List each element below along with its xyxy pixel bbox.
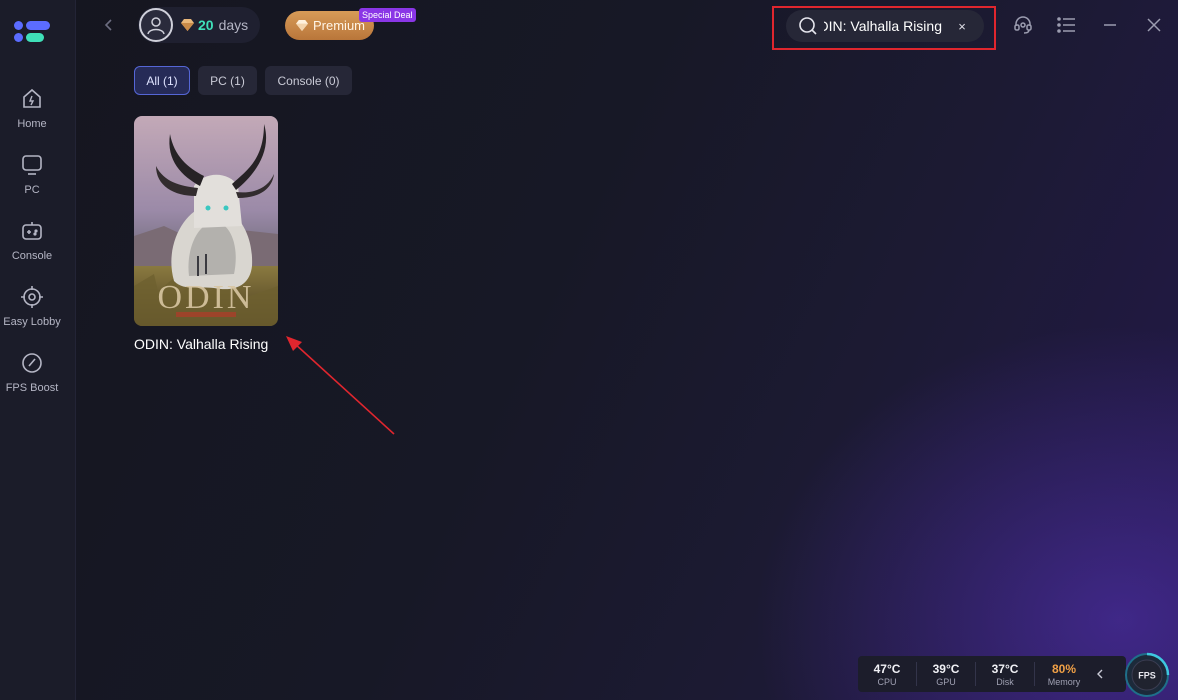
- sidebar-item-label: PC: [24, 184, 40, 196]
- sidebar-item-fps-boost[interactable]: FPS Boost: [0, 350, 64, 406]
- cpu-value: 47°C: [873, 661, 901, 676]
- gpu-stat: 39°C GPU: [917, 661, 976, 687]
- memory-value: 80%: [1051, 661, 1077, 676]
- close-button[interactable]: [1143, 14, 1165, 36]
- game-cover-art: ODIN: [134, 116, 278, 326]
- sidebar: Home PC Console Easy Lobby FPS Boost: [0, 0, 76, 700]
- gamepad-icon: [19, 218, 45, 244]
- list-icon: [1057, 17, 1075, 33]
- monitor-icon: [19, 152, 45, 178]
- user-membership[interactable]: 20 days: [138, 7, 260, 43]
- game-title[interactable]: ODIN: Valhalla Rising: [134, 336, 268, 352]
- membership-days: 20: [198, 17, 214, 33]
- support-button[interactable]: [1012, 14, 1034, 36]
- sidebar-item-home[interactable]: Home: [0, 86, 64, 142]
- chevron-left-icon: [1097, 669, 1103, 679]
- gpu-value: 39°C: [932, 661, 960, 676]
- sidebar-item-label: FPS Boost: [5, 382, 59, 394]
- app-logo: [14, 18, 52, 46]
- collapse-stats-button[interactable]: [1093, 669, 1107, 679]
- gpu-label: GPU: [936, 676, 956, 687]
- memory-label: Memory: [1047, 676, 1081, 687]
- tab-all[interactable]: All (1): [134, 66, 190, 95]
- close-icon: [1147, 18, 1161, 32]
- headset-icon: [1014, 16, 1032, 34]
- diamond-icon: [181, 19, 194, 31]
- special-deal-badge: Special Deal: [359, 8, 416, 22]
- app-window: Home PC Console Easy Lobby FPS Boost 20 …: [0, 0, 1178, 700]
- days-label: days: [218, 17, 249, 33]
- sidebar-item-label: Home: [17, 118, 47, 130]
- speedometer-icon: [19, 350, 45, 376]
- back-button[interactable]: [98, 14, 120, 36]
- disk-stat: 37°C Disk: [976, 661, 1035, 687]
- clear-search-button[interactable]: ×: [956, 19, 968, 34]
- minimize-button[interactable]: [1099, 14, 1121, 36]
- disk-label: Disk: [996, 676, 1014, 687]
- memory-stat: 80% Memory: [1035, 661, 1093, 687]
- minimize-icon: [1104, 24, 1116, 26]
- fps-label: FPS: [1138, 671, 1156, 681]
- avatar[interactable]: [139, 8, 173, 42]
- sidebar-item-label: Easy Lobby: [3, 316, 61, 328]
- disk-value: 37°C: [991, 661, 1019, 676]
- annotation-arrow: [286, 336, 395, 435]
- sidebar-item-label: Console: [11, 250, 53, 262]
- diamond-icon: [296, 20, 308, 31]
- cpu-stat: 47°C CPU: [858, 661, 917, 687]
- search-input[interactable]: [824, 18, 942, 34]
- tab-console[interactable]: Console (0): [265, 66, 352, 95]
- hardware-stats-bar: 47°C CPU 39°C GPU 37°C Disk 80% Memory: [858, 656, 1126, 692]
- cpu-label: CPU: [877, 676, 897, 687]
- menu-button[interactable]: [1055, 14, 1077, 36]
- tab-pc[interactable]: PC (1): [198, 66, 257, 95]
- sidebar-item-easy-lobby[interactable]: Easy Lobby: [0, 284, 64, 340]
- search-bar[interactable]: ×: [786, 10, 984, 42]
- sidebar-item-console[interactable]: Console: [0, 218, 64, 274]
- sidebar-item-pc[interactable]: PC: [0, 152, 64, 208]
- premium-label: Premium: [313, 18, 366, 33]
- home-icon: [19, 86, 45, 112]
- user-icon: [147, 17, 165, 35]
- svg-text:ODIN: ODIN: [158, 279, 255, 316]
- game-cover-odin[interactable]: ODIN: [134, 116, 278, 326]
- search-icon: [798, 16, 818, 36]
- chevron-left-icon: [104, 19, 112, 31]
- fps-button[interactable]: FPS: [1124, 652, 1170, 698]
- crosshair-icon: [19, 284, 45, 310]
